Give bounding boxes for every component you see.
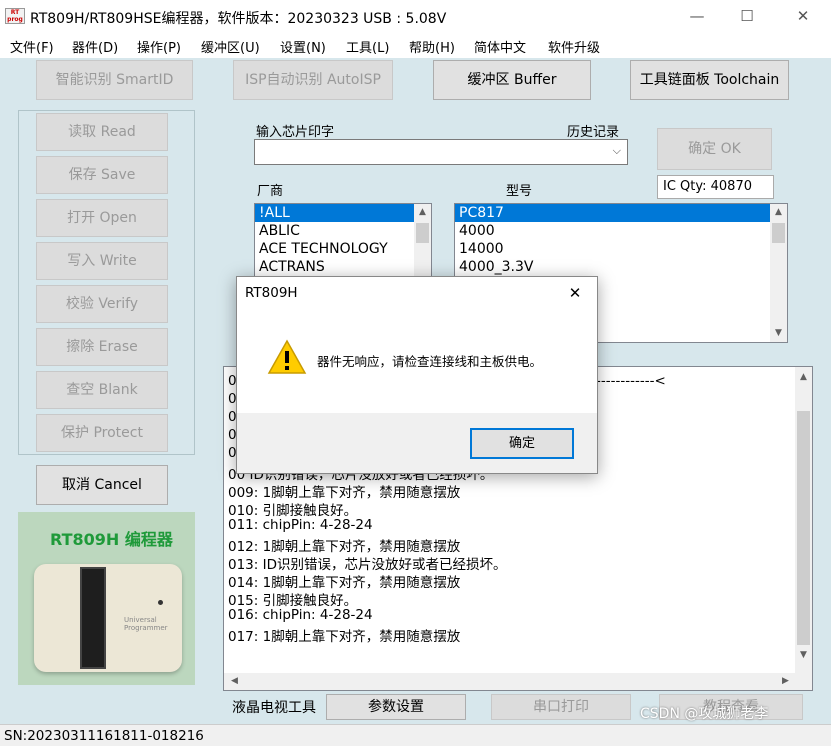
menu-operation[interactable]: 操作(P) bbox=[137, 37, 181, 56]
scroll-thumb[interactable] bbox=[416, 223, 429, 243]
scroll-up-icon[interactable]: ▲ bbox=[770, 204, 787, 221]
menu-upgrade[interactable]: 软件升级 bbox=[548, 37, 600, 56]
log-line: 011: chipPin: 4-28-24 bbox=[228, 517, 373, 533]
serial-print-button[interactable]: 串口打印 bbox=[491, 694, 631, 720]
close-button[interactable]: ✕ bbox=[788, 5, 818, 27]
vendor-item[interactable]: ABLIC bbox=[255, 222, 431, 240]
scroll-thumb[interactable] bbox=[772, 223, 785, 243]
product-image: RT809H 编程器 Universal Programmer bbox=[18, 512, 195, 685]
log-line: 014: 1脚朝上靠下对齐，禁用随意摆放 bbox=[228, 575, 461, 591]
chevron-down-icon[interactable]: ⌵ bbox=[613, 144, 621, 158]
scroll-right-icon[interactable]: ▶ bbox=[777, 673, 794, 690]
toolchain-button[interactable]: 工具链面板 Toolchain bbox=[630, 60, 789, 100]
vendor-label: 厂商 bbox=[257, 184, 284, 199]
buffer-button[interactable]: 缓冲区 Buffer bbox=[433, 60, 591, 100]
verify-button[interactable]: 校验 Verify bbox=[36, 285, 168, 323]
menu-file[interactable]: 文件(F) bbox=[10, 37, 54, 56]
write-button[interactable]: 写入 Write bbox=[36, 242, 168, 280]
menu-settings[interactable]: 设置(N) bbox=[280, 37, 326, 56]
error-dialog: RT809H ✕ 器件无响应，请检查连接线和主板供电。 确定 bbox=[236, 276, 598, 474]
lcd-tool-label: 液晶电视工具 bbox=[232, 700, 316, 716]
params-button[interactable]: 参数设置 bbox=[326, 694, 466, 720]
ok-button[interactable]: 确定 OK bbox=[657, 128, 772, 170]
scroll-thumb[interactable] bbox=[797, 411, 810, 645]
model-item[interactable]: 4000 bbox=[455, 222, 787, 240]
product-title: RT809H 编程器 bbox=[50, 530, 173, 549]
log-tail: ------------< bbox=[596, 373, 666, 389]
scroll-up-icon[interactable]: ▲ bbox=[414, 204, 431, 221]
programmer-device: Universal Programmer bbox=[34, 564, 182, 672]
log-line: 010: 引脚接触良好。 bbox=[228, 503, 358, 519]
log-line: 013: ID识别错误，芯片没放好或者已经损坏。 bbox=[228, 557, 507, 573]
status-bar: SN:20230311161811-018216 CSDN @攻城狮老李 bbox=[0, 706, 831, 746]
log-line: 015: 引脚接触良好。 bbox=[228, 593, 358, 609]
vendor-item[interactable]: ACTRANS bbox=[255, 258, 431, 276]
dialog-title: RT809H bbox=[245, 285, 298, 301]
device-label: Universal Programmer bbox=[124, 616, 168, 632]
menu-buffer[interactable]: 缓冲区(U) bbox=[201, 37, 260, 56]
log-line: 012: 1脚朝上靠下对齐，禁用随意摆放 bbox=[228, 539, 461, 555]
log-vscrollbar[interactable]: ▲ ▼ bbox=[795, 367, 812, 690]
led-icon bbox=[158, 600, 163, 605]
menu-tools[interactable]: 工具(L) bbox=[346, 37, 389, 56]
dialog-close-icon[interactable]: ✕ bbox=[555, 280, 595, 306]
maximize-button[interactable]: ☐ bbox=[732, 5, 762, 27]
model-item[interactable]: PC817 bbox=[455, 204, 770, 222]
dialog-ok-button[interactable]: 确定 bbox=[470, 428, 574, 459]
log-line: 017: 1脚朝上靠下对齐，禁用随意摆放 bbox=[228, 629, 461, 645]
save-button[interactable]: 保存 Save bbox=[36, 156, 168, 194]
serial-number: SN:20230311161811-018216 bbox=[4, 728, 204, 744]
model-item[interactable]: 4000_3.3V bbox=[455, 258, 787, 276]
cancel-button[interactable]: 取消 Cancel bbox=[36, 465, 168, 505]
dialog-footer: 确定 bbox=[237, 413, 597, 473]
history-label: 历史记录 bbox=[567, 125, 620, 140]
menu-device[interactable]: 器件(D) bbox=[72, 37, 118, 56]
protect-button[interactable]: 保护 Protect bbox=[36, 414, 168, 452]
log-line: 016: chipPin: 4-28-24 bbox=[228, 607, 373, 623]
scroll-left-icon[interactable]: ◀ bbox=[226, 673, 243, 690]
dialog-message: 器件无响应，请检查连接线和主板供电。 bbox=[317, 354, 543, 369]
blank-button[interactable]: 查空 Blank bbox=[36, 371, 168, 409]
menu-bar: 文件(F) 器件(D) 操作(P) 缓冲区(U) 设置(N) 工具(L) 帮助(… bbox=[0, 32, 831, 58]
model-item[interactable]: 14000 bbox=[455, 240, 787, 258]
model-label: 型号 bbox=[506, 184, 533, 199]
title-bar: RT prog RT809H/RT809HSE编程器，软件版本：20230323 … bbox=[0, 0, 831, 32]
read-button[interactable]: 读取 Read bbox=[36, 113, 168, 151]
window-title: RT809H/RT809HSE编程器，软件版本：20230323 USB : 5… bbox=[30, 11, 447, 27]
log-line: 009: 1脚朝上靠下对齐，禁用随意摆放 bbox=[228, 485, 461, 501]
open-button[interactable]: 打开 Open bbox=[36, 199, 168, 237]
watermark: CSDN @攻城狮老李 bbox=[640, 706, 769, 722]
scroll-down-icon[interactable]: ▼ bbox=[795, 647, 812, 664]
app-logo-icon: RT prog bbox=[5, 8, 25, 24]
menu-language[interactable]: 简体中文 bbox=[474, 37, 526, 56]
scroll-up-icon[interactable]: ▲ bbox=[795, 369, 812, 386]
scroll-down-icon[interactable]: ▼ bbox=[770, 325, 787, 342]
ic-qty-field: IC Qty: 40870 bbox=[657, 175, 774, 199]
minimize-button[interactable]: — bbox=[682, 5, 712, 27]
vendor-item[interactable]: ACE TECHNOLOGY bbox=[255, 240, 431, 258]
log-hscrollbar[interactable]: ◀ ▶ bbox=[224, 673, 796, 690]
zif-socket bbox=[80, 567, 106, 669]
application-window: RT prog RT809H/RT809HSE编程器，软件版本：20230323 … bbox=[0, 0, 831, 746]
warning-icon bbox=[267, 339, 307, 374]
vendor-item[interactable]: !ALL bbox=[255, 204, 431, 222]
menu-help[interactable]: 帮助(H) bbox=[409, 37, 455, 56]
model-scrollbar[interactable]: ▲ ▼ bbox=[770, 204, 787, 342]
erase-button[interactable]: 擦除 Erase bbox=[36, 328, 168, 366]
chip-search-input[interactable]: ⌵ bbox=[254, 139, 628, 165]
smartid-button[interactable]: 智能识别 SmartID bbox=[36, 60, 193, 100]
autoisp-button[interactable]: ISP自动识别 AutoISP bbox=[233, 60, 393, 100]
chip-input-label: 输入芯片印字 bbox=[256, 125, 335, 140]
